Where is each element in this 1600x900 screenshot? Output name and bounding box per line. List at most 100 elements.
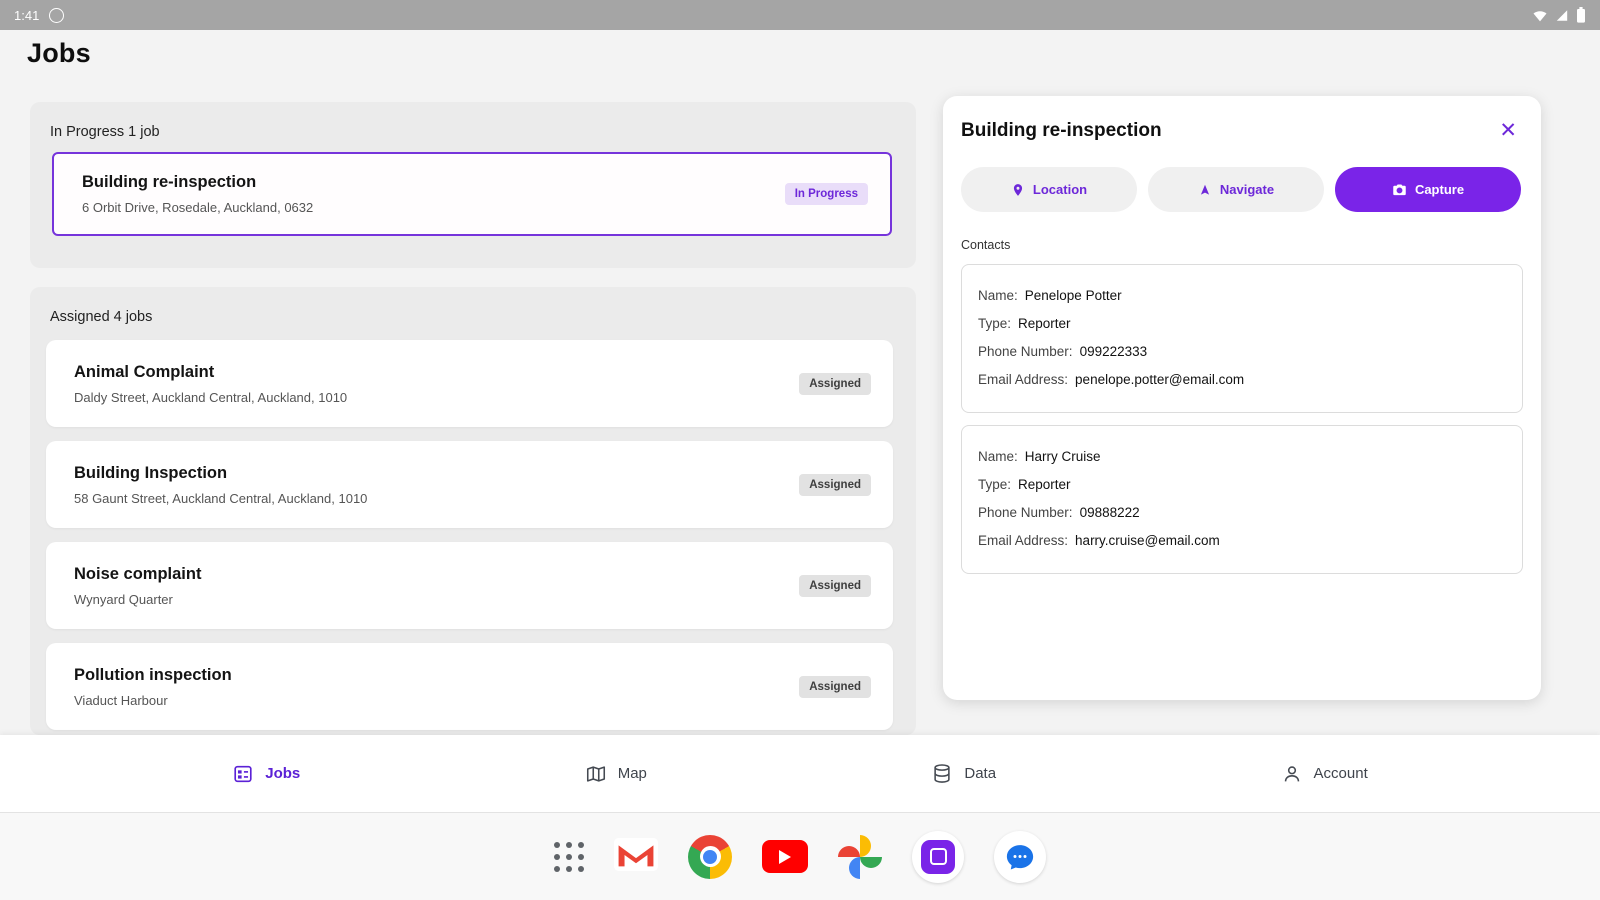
- app-launcher-icon[interactable]: [554, 842, 584, 872]
- in-progress-group-header: In Progress 1 job: [50, 124, 160, 140]
- capture-button[interactable]: Capture: [1335, 167, 1521, 212]
- job-title: Animal Complaint: [74, 363, 347, 382]
- assigned-group-header: Assigned 4 jobs: [50, 309, 152, 325]
- nav-label: Map: [618, 765, 647, 782]
- location-button-label: Location: [1033, 182, 1087, 197]
- job-address: Viaduct Harbour: [74, 693, 232, 708]
- page-title: Jobs: [27, 38, 91, 69]
- contacts-label: Contacts: [961, 238, 1523, 252]
- in-progress-group: In Progress 1 job Building re-inspection…: [30, 102, 916, 268]
- contact-field-label: Name:: [978, 449, 1018, 464]
- job-card-noise-complaint[interactable]: Noise complaint Wynyard Quarter Assigned: [46, 542, 893, 629]
- job-title: Noise complaint: [74, 565, 201, 584]
- job-info: Building re-inspection 6 Orbit Drive, Ro…: [82, 173, 313, 215]
- contact-field-value: 099222333: [1080, 344, 1148, 359]
- contact-field-label: Phone Number:: [978, 505, 1073, 520]
- battery-icon: [1576, 7, 1586, 23]
- job-title: Building Inspection: [74, 464, 367, 483]
- contact-field-label: Name:: [978, 288, 1018, 303]
- location-pin-icon: [1011, 183, 1025, 197]
- job-title: Pollution inspection: [74, 666, 232, 685]
- chrome-icon[interactable]: [688, 835, 732, 879]
- location-button[interactable]: Location: [961, 167, 1137, 212]
- capture-camera-icon: [1392, 182, 1407, 197]
- job-info: Animal Complaint Daldy Street, Auckland …: [74, 363, 347, 405]
- nav-label: Jobs: [265, 765, 300, 782]
- screen: 1:41 Jobs In Progress 1 job Building re-…: [0, 0, 1600, 900]
- status-badge: Assigned: [799, 474, 871, 496]
- contact-field-label: Phone Number:: [978, 344, 1073, 359]
- job-address: Wynyard Quarter: [74, 592, 201, 607]
- contact-field-value: Penelope Potter: [1025, 288, 1122, 303]
- contact-field-label: Type:: [978, 477, 1011, 492]
- job-card-animal-complaint[interactable]: Animal Complaint Daldy Street, Auckland …: [46, 340, 893, 427]
- nav-item-map[interactable]: Map: [585, 763, 647, 785]
- job-card-pollution-inspection[interactable]: Pollution inspection Viaduct Harbour Ass…: [46, 643, 893, 730]
- contact-field-label: Type:: [978, 316, 1011, 331]
- status-bar-left: 1:41: [14, 8, 64, 23]
- job-card-building-inspection[interactable]: Building Inspection 58 Gaunt Street, Auc…: [46, 441, 893, 528]
- contact-field-label: Email Address:: [978, 533, 1068, 548]
- assigned-group: Assigned 4 jobs Animal Complaint Daldy S…: [30, 287, 916, 735]
- android-taskbar: [0, 812, 1600, 900]
- job-info: Noise complaint Wynyard Quarter: [74, 565, 201, 607]
- contact-email-row: Email Address: penelope.potter@email.com: [978, 372, 1506, 387]
- nav-item-data[interactable]: Data: [931, 763, 996, 785]
- status-badge: Assigned: [799, 676, 871, 698]
- contact-field-value: Reporter: [1018, 477, 1071, 492]
- contact-field-value: Harry Cruise: [1025, 449, 1101, 464]
- contact-card-harry-cruise: Name: Harry Cruise Type: Reporter Phone Nu…: [961, 425, 1523, 574]
- contact-email-row: Email Address: harry.cruise@email.com: [978, 533, 1506, 548]
- contact-field-label: Email Address:: [978, 372, 1068, 387]
- job-detail-panel: Building re-inspection ✕ Location Naviga…: [943, 96, 1541, 700]
- gmail-icon[interactable]: [614, 838, 658, 876]
- navigate-button[interactable]: Navigate: [1148, 167, 1324, 212]
- contact-field-value: Reporter: [1018, 316, 1071, 331]
- jobs-list-icon: [232, 763, 254, 785]
- job-info: Pollution inspection Viaduct Harbour: [74, 666, 232, 708]
- status-time: 1:41: [14, 8, 39, 23]
- bottom-nav: Jobs Map Data: [0, 735, 1600, 812]
- panel-actions: Location Navigate Capture: [961, 167, 1523, 212]
- job-info: Building Inspection 58 Gaunt Street, Auc…: [74, 464, 367, 506]
- job-card-building-re-inspection[interactable]: Building re-inspection 6 Orbit Drive, Ro…: [52, 152, 892, 236]
- google-photos-icon[interactable]: [838, 835, 882, 879]
- database-icon: [931, 763, 953, 785]
- nav-label: Data: [964, 765, 996, 782]
- job-address: 6 Orbit Drive, Rosedale, Auckland, 0632: [82, 200, 313, 215]
- navigate-icon: [1198, 183, 1212, 197]
- contact-field-value: harry.cruise@email.com: [1075, 533, 1220, 548]
- job-address: 58 Gaunt Street, Auckland Central, Auckl…: [74, 491, 367, 506]
- contact-type-row: Type: Reporter: [978, 477, 1506, 492]
- status-bar: 1:41: [0, 0, 1600, 30]
- job-title: Building re-inspection: [82, 173, 313, 192]
- contact-name-row: Name: Harry Cruise: [978, 449, 1506, 464]
- status-badge: Assigned: [799, 373, 871, 395]
- navigate-button-label: Navigate: [1220, 182, 1274, 197]
- job-address: Daldy Street, Auckland Central, Auckland…: [74, 390, 347, 405]
- nav-label: Account: [1314, 765, 1368, 782]
- nav-item-account[interactable]: Account: [1281, 763, 1368, 785]
- close-icon[interactable]: ✕: [1493, 118, 1523, 143]
- status-badge: Assigned: [799, 575, 871, 597]
- contact-phone-row: Phone Number: 09888222: [978, 505, 1506, 520]
- panel-header: Building re-inspection ✕: [961, 118, 1523, 143]
- nav-item-jobs[interactable]: Jobs: [232, 763, 300, 785]
- capture-button-label: Capture: [1415, 182, 1464, 197]
- map-icon: [585, 763, 607, 785]
- messages-icon[interactable]: [994, 831, 1046, 883]
- wifi-icon: [1532, 9, 1548, 22]
- contact-field-value: penelope.potter@email.com: [1075, 372, 1244, 387]
- status-bar-right: [1532, 7, 1586, 23]
- contact-card-penelope-potter: Name: Penelope Potter Type: Reporter Phone…: [961, 264, 1523, 413]
- youtube-icon[interactable]: [762, 840, 808, 873]
- contact-type-row: Type: Reporter: [978, 316, 1506, 331]
- contact-name-row: Name: Penelope Potter: [978, 288, 1506, 303]
- purple-app-icon[interactable]: [912, 831, 964, 883]
- cellular-signal-icon: [1555, 9, 1569, 22]
- contact-field-value: 09888222: [1080, 505, 1140, 520]
- panel-title: Building re-inspection: [961, 120, 1162, 142]
- person-icon: [1281, 763, 1303, 785]
- contact-phone-row: Phone Number: 099222333: [978, 344, 1506, 359]
- status-badge: In Progress: [785, 183, 868, 205]
